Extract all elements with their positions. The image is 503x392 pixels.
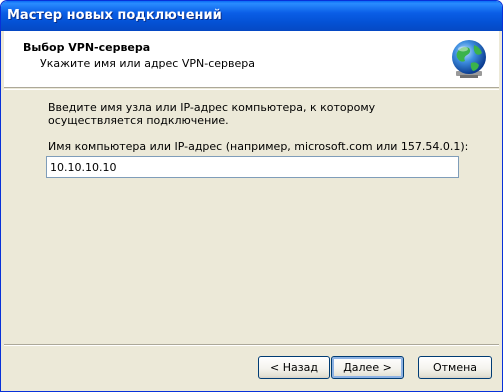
instructions-text: Введите имя узла или IP-адрес компьютера… — [48, 101, 376, 127]
wizard-header: Выбор VPN-сервера Укажите имя или адрес … — [4, 31, 499, 88]
window-title: Мастер новых подключений — [7, 8, 222, 23]
title-bar[interactable]: Мастер новых подключений — [1, 1, 502, 31]
footer-divider — [4, 344, 499, 346]
wizard-window: Мастер новых подключений Выбор VPN-серве… — [0, 0, 503, 392]
page-subtitle: Укажите имя или адрес VPN-сервера — [40, 57, 255, 70]
back-button[interactable]: < Назад — [258, 356, 330, 379]
host-address-input[interactable] — [46, 156, 459, 178]
page-title: Выбор VPN-сервера — [23, 41, 151, 54]
next-button[interactable]: Далее > — [331, 356, 404, 379]
network-globe-icon — [452, 40, 486, 78]
cancel-button[interactable]: Отмена — [418, 356, 492, 379]
header-divider — [4, 89, 499, 90]
host-field-label: Имя компьютера или IP-адрес (например, m… — [48, 140, 469, 153]
